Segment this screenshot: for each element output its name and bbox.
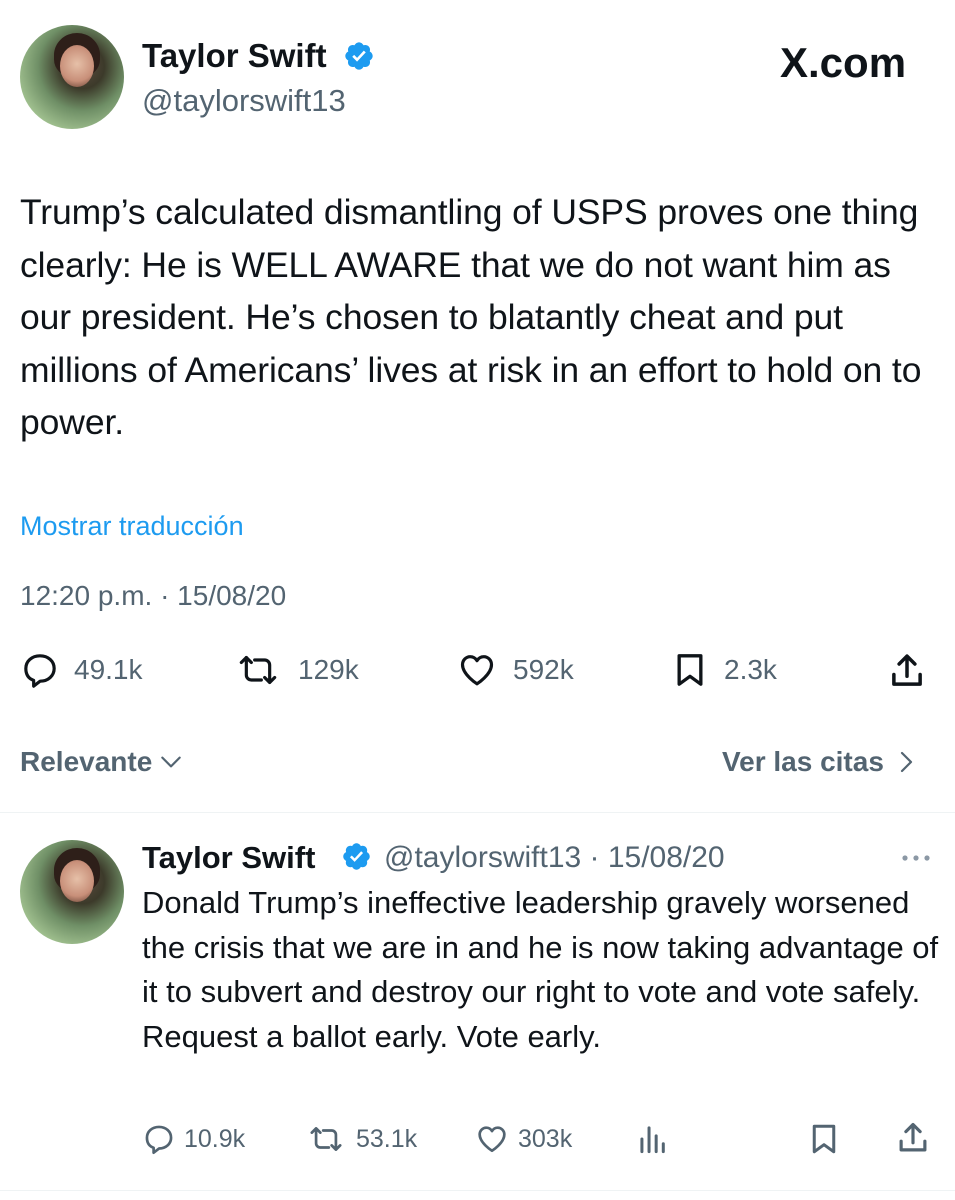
bookmark-action[interactable]: 2.3k xyxy=(670,648,777,692)
repost-icon xyxy=(232,650,284,690)
tweet-timestamp[interactable]: 12:20 p.m. · 15/08/20 xyxy=(20,576,286,616)
reply-like-count: 303k xyxy=(518,1124,573,1153)
reply-verified-badge-icon xyxy=(341,841,372,872)
like-count: 592k xyxy=(513,654,574,685)
chevron-down-icon xyxy=(158,749,184,775)
author-avatar[interactable] xyxy=(20,25,124,129)
view-quotes-label: Ver las citas xyxy=(722,746,884,777)
more-options-icon[interactable] xyxy=(898,846,934,870)
avatar-face xyxy=(60,45,94,87)
reply-repost-action[interactable]: 53.1k xyxy=(304,1120,417,1158)
reply-icon xyxy=(142,1122,176,1156)
reply-repost-count: 53.1k xyxy=(356,1124,418,1153)
bottom-divider xyxy=(0,1190,955,1191)
repost-count: 129k xyxy=(298,654,359,685)
bookmark-count: 2.3k xyxy=(724,654,777,685)
reply-icon xyxy=(20,650,60,690)
sort-replies-dropdown[interactable]: Relevante xyxy=(20,742,184,782)
verified-badge-icon xyxy=(343,40,375,72)
reply-reply-count: 10.9k xyxy=(184,1124,246,1153)
view-quotes-link[interactable]: Ver las citas xyxy=(722,742,918,782)
repost-icon xyxy=(304,1122,348,1156)
tweet-text: Trump’s calculated dismantling of USPS p… xyxy=(20,192,922,442)
reply-text: Donald Trump’s ineffective leadership gr… xyxy=(142,885,939,1054)
show-translation-link[interactable]: Mostrar traducción xyxy=(20,506,244,546)
reply-count: 49.1k xyxy=(74,654,143,685)
author-handle[interactable]: @taylorswift13 xyxy=(142,82,346,120)
sort-label: Relevante xyxy=(20,746,153,777)
bookmark-icon xyxy=(670,650,710,690)
reply-share-icon[interactable] xyxy=(894,1119,932,1157)
reply-author-avatar[interactable] xyxy=(20,840,124,944)
reply-handle-date[interactable]: @taylorswift13 · 15/08/20 xyxy=(384,838,725,878)
heart-icon xyxy=(455,650,499,690)
avatar-face xyxy=(60,860,94,902)
section-divider xyxy=(0,812,955,813)
reply-bookmark-icon[interactable] xyxy=(806,1120,842,1158)
author-name[interactable]: Taylor Swift xyxy=(142,36,327,76)
share-icon[interactable] xyxy=(886,650,928,692)
views-icon[interactable] xyxy=(634,1120,672,1158)
like-action[interactable]: 592k xyxy=(455,648,574,692)
reply-author-name[interactable]: Taylor Swift xyxy=(142,838,315,878)
heart-icon xyxy=(474,1122,510,1156)
x-com-watermark: X.com xyxy=(780,39,907,86)
reply-action[interactable]: 49.1k xyxy=(20,648,143,692)
reply-reply-action[interactable]: 10.9k xyxy=(142,1120,245,1158)
repost-action[interactable]: 129k xyxy=(232,648,359,692)
chevron-right-icon xyxy=(894,748,918,776)
reply-like-action[interactable]: 303k xyxy=(474,1120,572,1158)
